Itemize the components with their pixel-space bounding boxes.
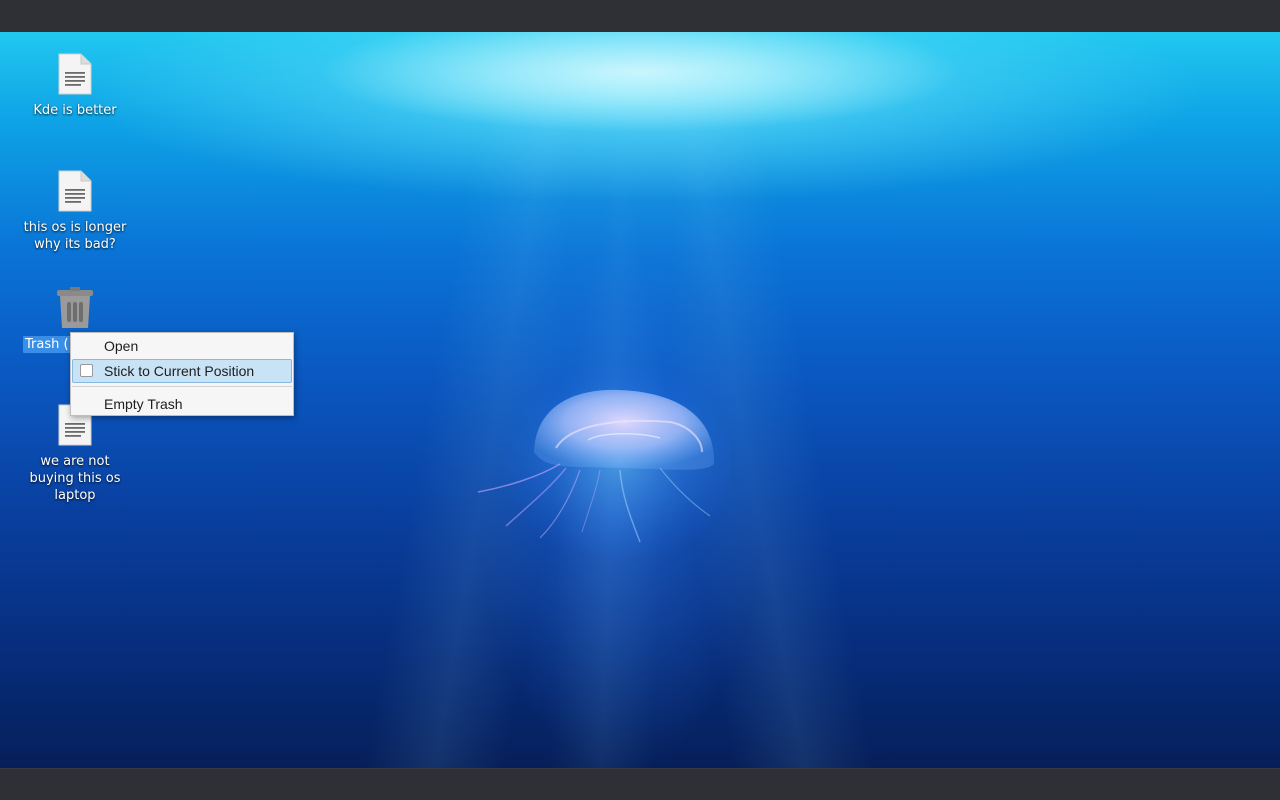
menu-item-label: Open bbox=[104, 338, 139, 354]
menu-item-stick-to-position[interactable]: Stick to Current Position bbox=[72, 359, 292, 383]
desktop-icon-this-os-is-longer[interactable]: this os is longer why its bad? bbox=[20, 169, 130, 253]
desktop-icon-kde-is-better[interactable]: Kde is better bbox=[20, 52, 130, 119]
desktop-icon-we-are-not-buying[interactable]: we are not buying this os laptop bbox=[20, 403, 130, 504]
bottom-panel[interactable] bbox=[0, 768, 1280, 800]
menu-item-open[interactable]: Open bbox=[72, 334, 292, 358]
menu-separator bbox=[72, 386, 292, 387]
menu-item-label: Empty Trash bbox=[104, 396, 183, 412]
desktop-icon-label: Kde is better bbox=[33, 103, 117, 118]
desktop-icon-label: Trash ( bbox=[23, 336, 71, 353]
trash-icon bbox=[57, 287, 93, 328]
jellyfish-image bbox=[477, 362, 730, 562]
top-panel[interactable] bbox=[0, 0, 1280, 33]
menu-item-empty-trash[interactable]: Empty Trash bbox=[72, 392, 292, 416]
text-file-icon bbox=[58, 170, 92, 212]
screen: Kde is better this os is longer why its … bbox=[0, 0, 1280, 800]
stick-checkbox[interactable] bbox=[80, 364, 93, 377]
text-file-icon bbox=[58, 53, 92, 95]
context-menu: Open Stick to Current Position Empty Tra… bbox=[70, 332, 294, 416]
desktop-icon-label: this os is longer why its bad? bbox=[23, 220, 127, 252]
menu-item-label: Stick to Current Position bbox=[104, 363, 255, 379]
desktop-icon-label: we are not buying this os laptop bbox=[29, 454, 121, 503]
